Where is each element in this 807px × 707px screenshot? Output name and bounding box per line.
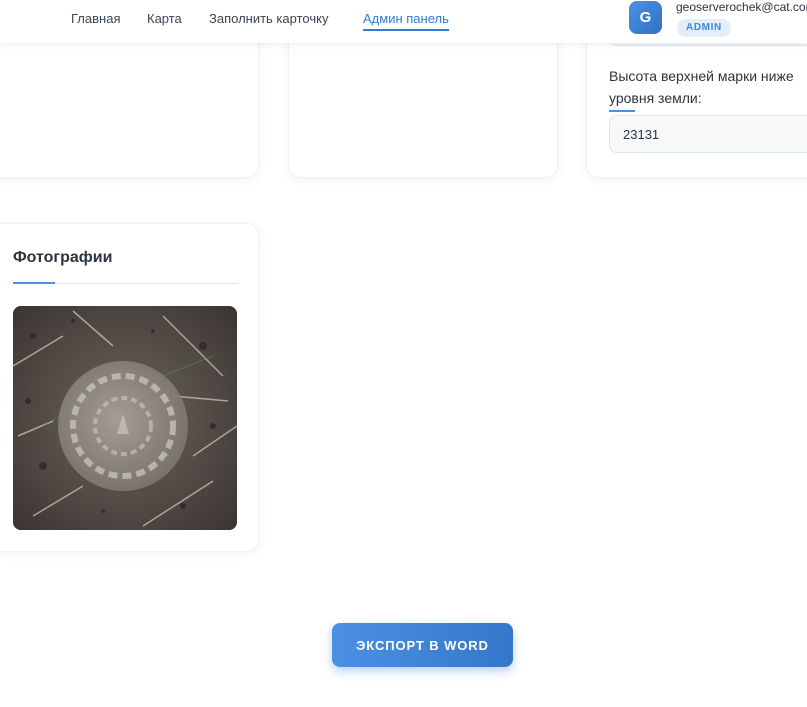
photos-card: Фотографии [0, 223, 259, 552]
height-field-label-line2: уровня земли: [609, 90, 702, 106]
nav-active-underline [363, 29, 449, 31]
photo-thumbnail[interactable] [13, 306, 237, 530]
info-card-right: Высота верхней марки ниже уровня земли: [586, 20, 807, 178]
avatar[interactable]: G [629, 1, 662, 34]
height-field-label-line1: Высота верхней марки ниже [609, 68, 794, 84]
nav-fill-card[interactable]: Заполнить карточку [209, 11, 328, 26]
role-badge: ADMIN [677, 19, 731, 37]
nav-home[interactable]: Главная [71, 11, 120, 26]
height-field-label: Высота верхней марки ниже уровня земли: [609, 65, 807, 109]
height-field-input[interactable] [609, 115, 807, 153]
height-field-label-accent [609, 110, 635, 112]
nav-admin-panel[interactable]: Админ панель [363, 11, 449, 31]
user-email: geoserverochek@cat.com [676, 0, 807, 14]
photos-title: Фотографии [13, 249, 113, 266]
info-card-middle [288, 20, 558, 178]
export-word-button[interactable]: ЭКСПОРТ В WORD [332, 623, 513, 667]
nav-admin-panel-label: Админ панель [363, 11, 449, 26]
photos-title-accent [13, 282, 55, 284]
info-card-left [0, 20, 259, 178]
survey-marker-photo [13, 306, 237, 530]
top-navbar: Главная Карта Заполнить карточку Админ п… [0, 0, 807, 43]
nav-map[interactable]: Карта [147, 11, 182, 26]
